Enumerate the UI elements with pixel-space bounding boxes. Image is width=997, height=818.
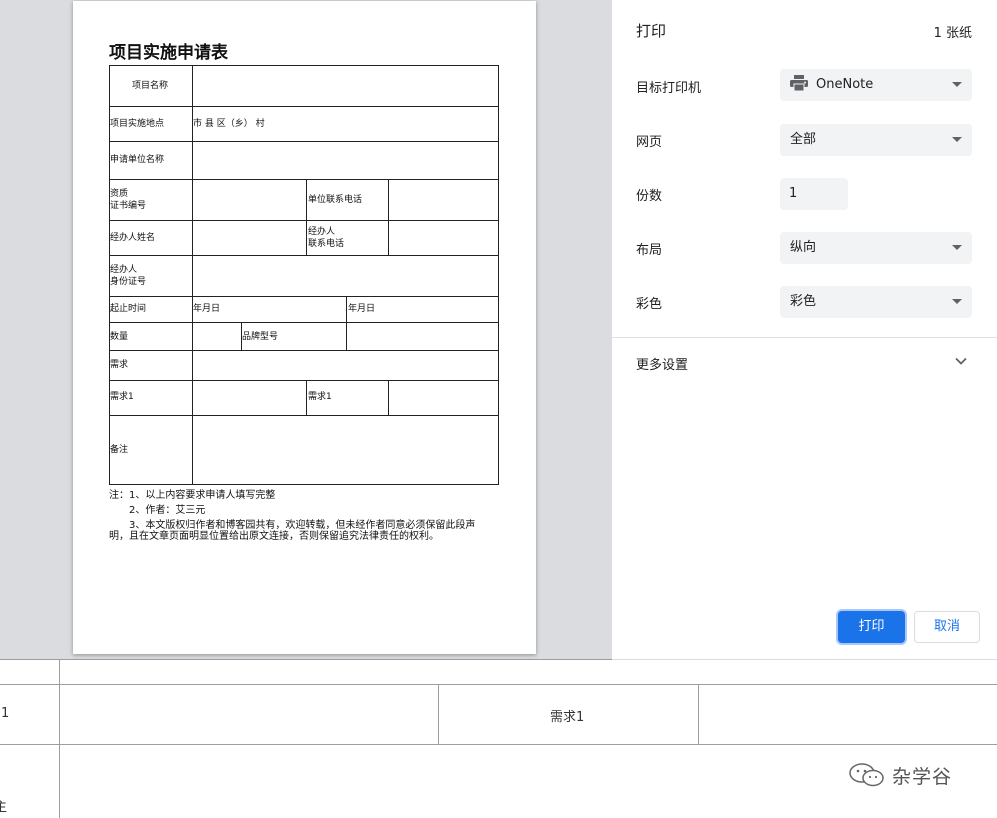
table-row-line bbox=[110, 220, 498, 221]
destination-value: OneNote bbox=[816, 77, 874, 92]
cell-handler-id-line2: 身份证号 bbox=[110, 277, 147, 287]
print-preview-area[interactable]: 项目实施申请表 项目名称 项目实施地点 市 县 区（乡） 村 申请单位名称 资质… bbox=[0, 0, 612, 659]
print-button[interactable]: 打印 bbox=[838, 611, 905, 643]
print-settings-panel: 打印 1 张纸 目标打印机 OneNote 网页 全部 份数 1 布局 纵向 彩… bbox=[612, 0, 997, 660]
more-settings-toggle[interactable]: 更多设置 bbox=[636, 354, 688, 373]
bg-table-border bbox=[0, 744, 997, 745]
divider bbox=[612, 337, 997, 338]
form-table: 项目名称 项目实施地点 市 县 区（乡） 村 申请单位名称 资质 证书编号 单位… bbox=[109, 65, 499, 485]
cell-location-value: 市 县 区（乡） 村 bbox=[193, 119, 265, 129]
color-select[interactable]: 彩色 bbox=[780, 286, 972, 318]
table-row-line bbox=[110, 322, 498, 323]
layout-value: 纵向 bbox=[790, 240, 817, 255]
table-col-line bbox=[388, 380, 389, 415]
cell-quantity: 数量 bbox=[110, 332, 129, 342]
table-col-line bbox=[346, 322, 347, 350]
color-label: 彩色 bbox=[636, 297, 663, 312]
cell-demand: 需求 bbox=[110, 360, 129, 370]
cell-start-date: 年月日 bbox=[193, 304, 221, 314]
form-title: 项目实施申请表 bbox=[109, 43, 228, 63]
cell-remark: 备注 bbox=[110, 445, 129, 455]
table-row-line bbox=[110, 380, 498, 381]
layout-label: 布局 bbox=[636, 243, 663, 258]
table-col-line bbox=[388, 179, 389, 255]
chevron-down-icon bbox=[952, 82, 962, 87]
table-row-line bbox=[110, 255, 498, 256]
chevron-down-icon bbox=[952, 245, 962, 250]
copies-label: 份数 bbox=[636, 189, 663, 204]
bg-table-border bbox=[438, 684, 439, 744]
cell-project-name: 项目名称 bbox=[132, 81, 169, 91]
pages-value: 全部 bbox=[790, 132, 817, 147]
layout-select[interactable]: 纵向 bbox=[780, 232, 972, 264]
table-row-line bbox=[110, 106, 498, 107]
cell-demand1-left: 需求1 bbox=[110, 392, 134, 402]
cell-handler-phone-line1: 经办人 bbox=[308, 227, 336, 237]
sheet-count: 1 张纸 bbox=[933, 26, 972, 41]
table-row-line bbox=[110, 350, 498, 351]
cell-handler-name: 经办人姓名 bbox=[110, 233, 156, 243]
destination-label: 目标打印机 bbox=[636, 81, 702, 96]
cell-handler-phone-line2: 联系电话 bbox=[308, 239, 345, 249]
table-col-line bbox=[306, 179, 307, 255]
cell-cert-line1: 资质 bbox=[110, 189, 129, 199]
printer-icon bbox=[790, 75, 808, 91]
note-line: 2、作者：艾三元 bbox=[129, 505, 206, 516]
cell-handler-id-line1: 经办人 bbox=[110, 265, 138, 275]
cell-cert-line2: 证书编号 bbox=[110, 201, 147, 211]
watermark-text: 杂学谷 bbox=[892, 766, 953, 788]
copies-input[interactable]: 1 bbox=[780, 178, 848, 210]
bg-cell-demand1: 需求1 bbox=[550, 710, 585, 725]
bg-row-fragment: 主 bbox=[0, 800, 8, 815]
cell-applicant-unit: 申请单位名称 bbox=[110, 155, 165, 165]
pages-select[interactable]: 全部 bbox=[780, 124, 972, 156]
destination-select[interactable]: OneNote bbox=[780, 69, 972, 101]
cell-brand-model: 品牌型号 bbox=[242, 332, 279, 342]
note-line: 注：1、以上内容要求申请人填写完整 bbox=[109, 490, 276, 501]
table-row-line bbox=[110, 296, 498, 297]
table-col-line bbox=[346, 296, 347, 322]
bg-table-border bbox=[59, 659, 60, 818]
bg-row-fragment: 1 bbox=[1, 706, 10, 721]
chevron-down-icon bbox=[952, 299, 962, 304]
table-row-line bbox=[110, 141, 498, 142]
cell-demand1-right: 需求1 bbox=[308, 392, 332, 402]
dialog-title: 打印 bbox=[636, 22, 667, 40]
chevron-down-icon bbox=[952, 137, 962, 142]
color-value: 彩色 bbox=[790, 294, 817, 309]
form-notes: 注：1、以上内容要求申请人填写完整 2、作者：艾三元 3、本文版权归作者和博客园… bbox=[109, 488, 499, 544]
wechat-logo-icon bbox=[849, 763, 884, 787]
bg-table-border bbox=[698, 684, 699, 744]
cell-location: 项目实施地点 bbox=[110, 119, 165, 129]
cell-period: 起止时间 bbox=[110, 304, 147, 314]
chevron-down-icon[interactable] bbox=[955, 356, 967, 366]
table-col-line bbox=[306, 380, 307, 415]
cell-end-date: 年月日 bbox=[348, 304, 376, 314]
cell-unit-phone: 单位联系电话 bbox=[308, 195, 363, 205]
preview-page: 项目实施申请表 项目名称 项目实施地点 市 县 区（乡） 村 申请单位名称 资质… bbox=[73, 1, 536, 654]
bg-table-border bbox=[0, 684, 997, 685]
table-row-line bbox=[110, 179, 498, 180]
cancel-button[interactable]: 取消 bbox=[914, 611, 980, 643]
table-row-line bbox=[110, 415, 498, 416]
pages-label: 网页 bbox=[636, 135, 663, 150]
